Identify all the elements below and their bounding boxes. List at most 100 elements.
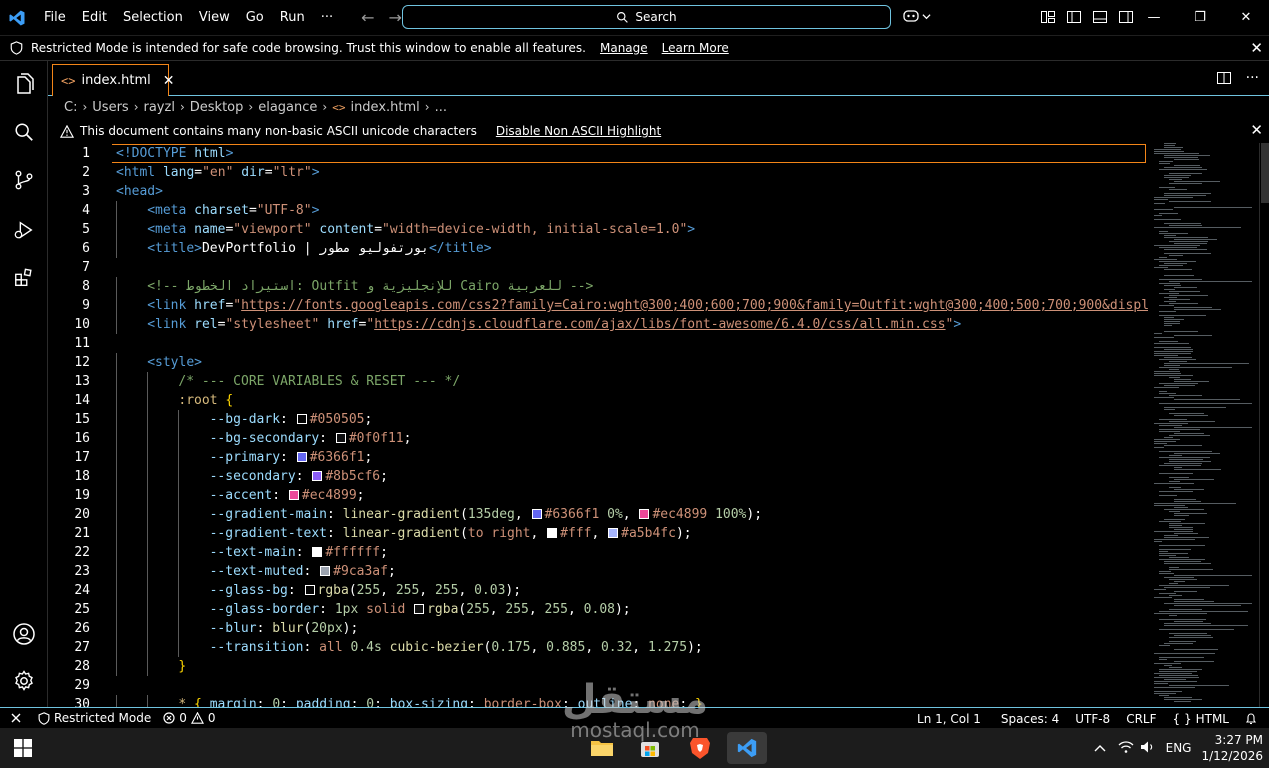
code-line[interactable]: 6 <title>DevPortfolio | بورتفوليو مطور</t… bbox=[48, 239, 1148, 258]
remote-indicator-icon[interactable] bbox=[0, 712, 32, 724]
color-swatch[interactable] bbox=[288, 490, 299, 500]
code-line[interactable]: 20 --gradient-main: linear-gradient(135de… bbox=[48, 505, 1148, 524]
toggle-panel-icon[interactable] bbox=[1092, 9, 1108, 25]
code-line[interactable]: 8 <!-- استيراد الخطوط: Outfit للإنجليزية … bbox=[48, 277, 1148, 296]
code-line[interactable]: 7 bbox=[48, 258, 1148, 277]
breadcrumb-user[interactable]: rayzl bbox=[144, 100, 175, 115]
code-line[interactable]: 13 /* --- CORE VARIABLES & RESET --- */ bbox=[48, 372, 1148, 391]
code-line[interactable]: 25 --glass-border: 1px solid rgba(255, 25… bbox=[48, 600, 1148, 619]
learn-more-link[interactable]: Learn More bbox=[662, 41, 729, 55]
more-actions-icon[interactable]: ··· bbox=[1246, 70, 1259, 86]
color-swatch[interactable] bbox=[531, 509, 542, 519]
color-swatch[interactable] bbox=[320, 566, 331, 576]
menu-edit[interactable]: Edit bbox=[74, 0, 115, 35]
code-line[interactable]: 15 --bg-dark: #050505; bbox=[48, 410, 1148, 429]
code-line[interactable]: 1 <!DOCTYPE html> bbox=[48, 144, 1148, 163]
source-control-icon[interactable] bbox=[11, 167, 37, 193]
code-line[interactable]: 16 --bg-secondary: #0f0f11; bbox=[48, 429, 1148, 448]
code-line[interactable]: 2 <html lang="en" dir="ltr"> bbox=[48, 163, 1148, 182]
code-line[interactable]: 18 --secondary: #8b5cf6; bbox=[48, 467, 1148, 486]
extensions-icon[interactable] bbox=[11, 265, 37, 291]
close-icon[interactable]: ✕ bbox=[1250, 39, 1263, 57]
run-debug-icon[interactable] bbox=[11, 217, 37, 243]
code-line[interactable]: 23 --text-muted: #9ca3af; bbox=[48, 562, 1148, 581]
encoding[interactable]: UTF-8 bbox=[1065, 712, 1116, 726]
color-swatch[interactable] bbox=[547, 528, 558, 538]
code-line[interactable]: 5 <meta name="viewport" content="width=de… bbox=[48, 220, 1148, 239]
copilot-button[interactable] bbox=[902, 8, 931, 24]
menu-go[interactable]: Go bbox=[238, 0, 272, 35]
back-arrow-icon[interactable]: ← bbox=[361, 8, 374, 27]
breadcrumb-desktop[interactable]: Desktop bbox=[190, 100, 244, 115]
indentation[interactable]: Spaces: 4 bbox=[995, 712, 1065, 726]
breadcrumb-file[interactable]: index.html bbox=[350, 100, 419, 115]
code-line[interactable]: 4 <meta charset="UTF-8"> bbox=[48, 201, 1148, 220]
search-icon[interactable] bbox=[11, 119, 37, 145]
code-line[interactable]: 19 --accent: #ec4899; bbox=[48, 486, 1148, 505]
code-line[interactable]: 9 <link href="https://fonts.googleapis.co… bbox=[48, 296, 1148, 315]
editor-scrollbar[interactable] bbox=[1259, 143, 1269, 707]
cursor-position[interactable]: Ln 1, Col 1 bbox=[911, 712, 995, 726]
breadcrumb-drive[interactable]: C: bbox=[64, 100, 77, 115]
settings-gear-icon[interactable] bbox=[11, 668, 37, 694]
wifi-icon[interactable] bbox=[1118, 740, 1134, 757]
file-explorer-icon[interactable] bbox=[582, 732, 622, 764]
code-line[interactable]: 12 <style> bbox=[48, 353, 1148, 372]
breadcrumb-folder[interactable]: elagance bbox=[258, 100, 317, 115]
minimap[interactable] bbox=[1150, 143, 1255, 707]
input-language[interactable]: ENG bbox=[1166, 741, 1192, 755]
breadcrumb-symbol[interactable]: ... bbox=[435, 100, 447, 115]
color-swatch[interactable] bbox=[335, 433, 346, 443]
close-icon[interactable]: ✕ bbox=[163, 73, 175, 89]
color-swatch[interactable] bbox=[296, 452, 307, 462]
code-line[interactable]: 29 bbox=[48, 676, 1148, 695]
minimize-icon[interactable]: — bbox=[1131, 0, 1177, 35]
code-line[interactable]: 28} bbox=[48, 657, 1148, 676]
code-line[interactable]: 11 bbox=[48, 334, 1148, 353]
brave-browser-icon[interactable] bbox=[680, 732, 720, 764]
forward-arrow-icon[interactable]: → bbox=[389, 8, 402, 27]
code-line[interactable]: 21 --gradient-text: linear-gradient(to ri… bbox=[48, 524, 1148, 543]
code-line[interactable]: 14:root { bbox=[48, 391, 1148, 410]
menu-file[interactable]: File bbox=[36, 0, 74, 35]
line-endings[interactable]: CRLF bbox=[1116, 712, 1162, 726]
code-line[interactable]: 22 --text-main: #ffffff; bbox=[48, 543, 1148, 562]
restore-icon[interactable]: ❐ bbox=[1177, 0, 1223, 35]
color-swatch[interactable] bbox=[312, 547, 323, 557]
problems-status[interactable]: 0 0 bbox=[157, 711, 221, 725]
color-swatch[interactable] bbox=[296, 414, 307, 424]
code-line[interactable]: 17 --primary: #6366f1; bbox=[48, 448, 1148, 467]
code-line[interactable]: 3 <head> bbox=[48, 182, 1148, 201]
code-line[interactable]: 26 --blur: blur(20px); bbox=[48, 619, 1148, 638]
menu-run[interactable]: Run bbox=[272, 0, 313, 35]
volume-icon[interactable] bbox=[1140, 740, 1156, 757]
explorer-icon[interactable] bbox=[11, 71, 37, 97]
notifications-bell-icon[interactable] bbox=[1235, 712, 1263, 725]
code-line[interactable]: 27 --transition: all 0.4s cubic-bezier(0.… bbox=[48, 638, 1148, 657]
breadcrumb-users[interactable]: Users bbox=[92, 100, 128, 115]
clock[interactable]: 3:27 PM 1/12/2026 bbox=[1201, 732, 1263, 764]
menu-selection[interactable]: Selection bbox=[115, 0, 191, 35]
customize-layout-icon[interactable] bbox=[1040, 9, 1056, 25]
code-line[interactable]: 30 * { margin: 0; padding: 0; box-sizing:… bbox=[48, 695, 1148, 707]
menu-more[interactable]: ··· bbox=[313, 0, 341, 35]
color-swatch[interactable] bbox=[312, 471, 323, 481]
chevron-up-icon[interactable] bbox=[1094, 741, 1106, 755]
vscode-taskbar-icon[interactable] bbox=[727, 732, 767, 764]
language-mode[interactable]: { } HTML bbox=[1163, 712, 1236, 726]
code-line[interactable]: 24 --glass-bg: rgba(255, 255, 255, 0.03); bbox=[48, 581, 1148, 600]
menu-view[interactable]: View bbox=[191, 0, 238, 35]
toggle-primary-sidebar-icon[interactable] bbox=[1066, 9, 1082, 25]
command-center-search[interactable]: Search bbox=[402, 5, 891, 29]
color-swatch[interactable] bbox=[414, 604, 425, 614]
manage-link[interactable]: Manage bbox=[600, 41, 648, 55]
color-swatch[interactable] bbox=[304, 585, 315, 595]
split-editor-icon[interactable] bbox=[1216, 70, 1232, 86]
code-line[interactable]: 10 <link rel="stylesheet" href="https://c… bbox=[48, 315, 1148, 334]
close-window-icon[interactable]: ✕ bbox=[1223, 0, 1269, 35]
tab-index-html[interactable]: <> index.html ✕ bbox=[52, 64, 175, 96]
code-editor[interactable]: 1 <!DOCTYPE html> 2 <html lang="en" dir="lt… bbox=[48, 143, 1148, 707]
restricted-mode-status[interactable]: Restricted Mode bbox=[32, 711, 157, 725]
disable-highlight-link[interactable]: Disable Non ASCII Highlight bbox=[496, 124, 661, 138]
store-icon[interactable] bbox=[630, 732, 670, 764]
